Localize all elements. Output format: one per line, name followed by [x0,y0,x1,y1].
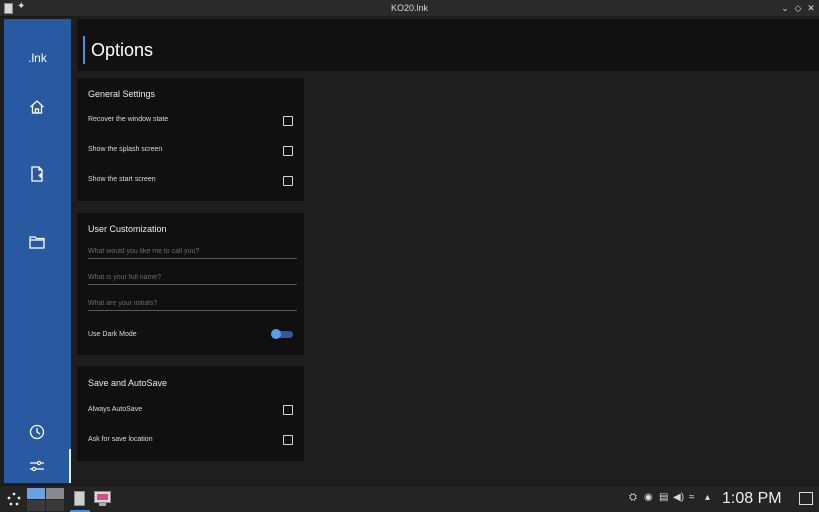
nickname-input[interactable] [88,245,297,259]
ask-save-location-checkbox[interactable] [283,435,293,445]
pager-icon[interactable] [27,488,65,511]
ask-save-location-label: Ask for save location [88,436,153,443]
app-launcher-icon[interactable] [6,491,22,507]
page-title: Options [91,40,154,60]
dark-mode-label: Use Dark Mode [88,331,137,338]
sliders-icon[interactable] [27,456,47,476]
user-customization-card: User Customization Use Dark Mode [77,213,304,355]
chevron-down-icon[interactable]: ⌄ [779,1,791,15]
sidebar-selection-indicator [69,449,71,483]
task-lnk-icon[interactable] [70,488,90,512]
save-autosave-card: Save and AutoSave Always AutoSave Ask fo… [77,366,304,461]
always-autosave-checkbox[interactable] [283,405,293,415]
taskbar-clock[interactable]: 1:08 PM [722,490,782,508]
task-app-icon[interactable] [94,491,111,507]
discord-icon[interactable]: ◉ [644,492,653,503]
full-name-input[interactable] [88,271,297,285]
folder-icon[interactable] [27,232,47,252]
show-start-screen-checkbox[interactable] [283,176,293,186]
show-splash-screen-label: Show the splash screen [88,146,163,153]
always-autosave-label: Always AutoSave [88,406,143,413]
home-icon[interactable] [27,97,47,117]
tray-expand-icon[interactable]: ▴ [705,492,710,503]
general-settings-card: General Settings Recover the window stat… [77,78,304,201]
show-start-screen-label: Show the start screen [88,176,156,183]
new-file-icon[interactable] [27,164,47,184]
toggle-thumb [271,329,281,339]
save-autosave-title: Save and AutoSave [88,378,168,388]
clipboard-icon[interactable]: ▤ [659,492,668,503]
dark-mode-toggle[interactable] [271,329,293,339]
close-icon[interactable]: ✕ [805,1,817,15]
page-header: Options [77,19,819,71]
user-customization-title: User Customization [88,224,167,234]
taskbar: ⛭ ◉ ▤ ◀) ≈ ▴ 1:08 PM [0,485,819,512]
recover-window-state-label: Recover the window state [88,116,169,123]
app-brand: .lnk [28,51,47,65]
wifi-icon[interactable]: ≈ [689,492,695,503]
show-desktop-icon[interactable] [799,492,813,505]
initials-input[interactable] [88,297,297,311]
volume-icon[interactable]: ◀) [673,492,684,503]
diamond-icon[interactable]: ◇ [792,1,804,15]
window-title: KO20.lnk [390,3,429,13]
history-icon[interactable] [27,422,47,442]
sidebar: .lnk [4,19,71,483]
network-tray-icon[interactable]: ⛭ [629,492,637,503]
window-titlebar: ✦ KO20.lnk ⌄ ◇ ✕ [0,0,819,17]
general-settings-title: General Settings [88,89,156,99]
show-splash-screen-checkbox[interactable] [283,146,293,156]
header-accent-bar [83,36,85,64]
recover-window-state-checkbox[interactable] [283,116,293,126]
